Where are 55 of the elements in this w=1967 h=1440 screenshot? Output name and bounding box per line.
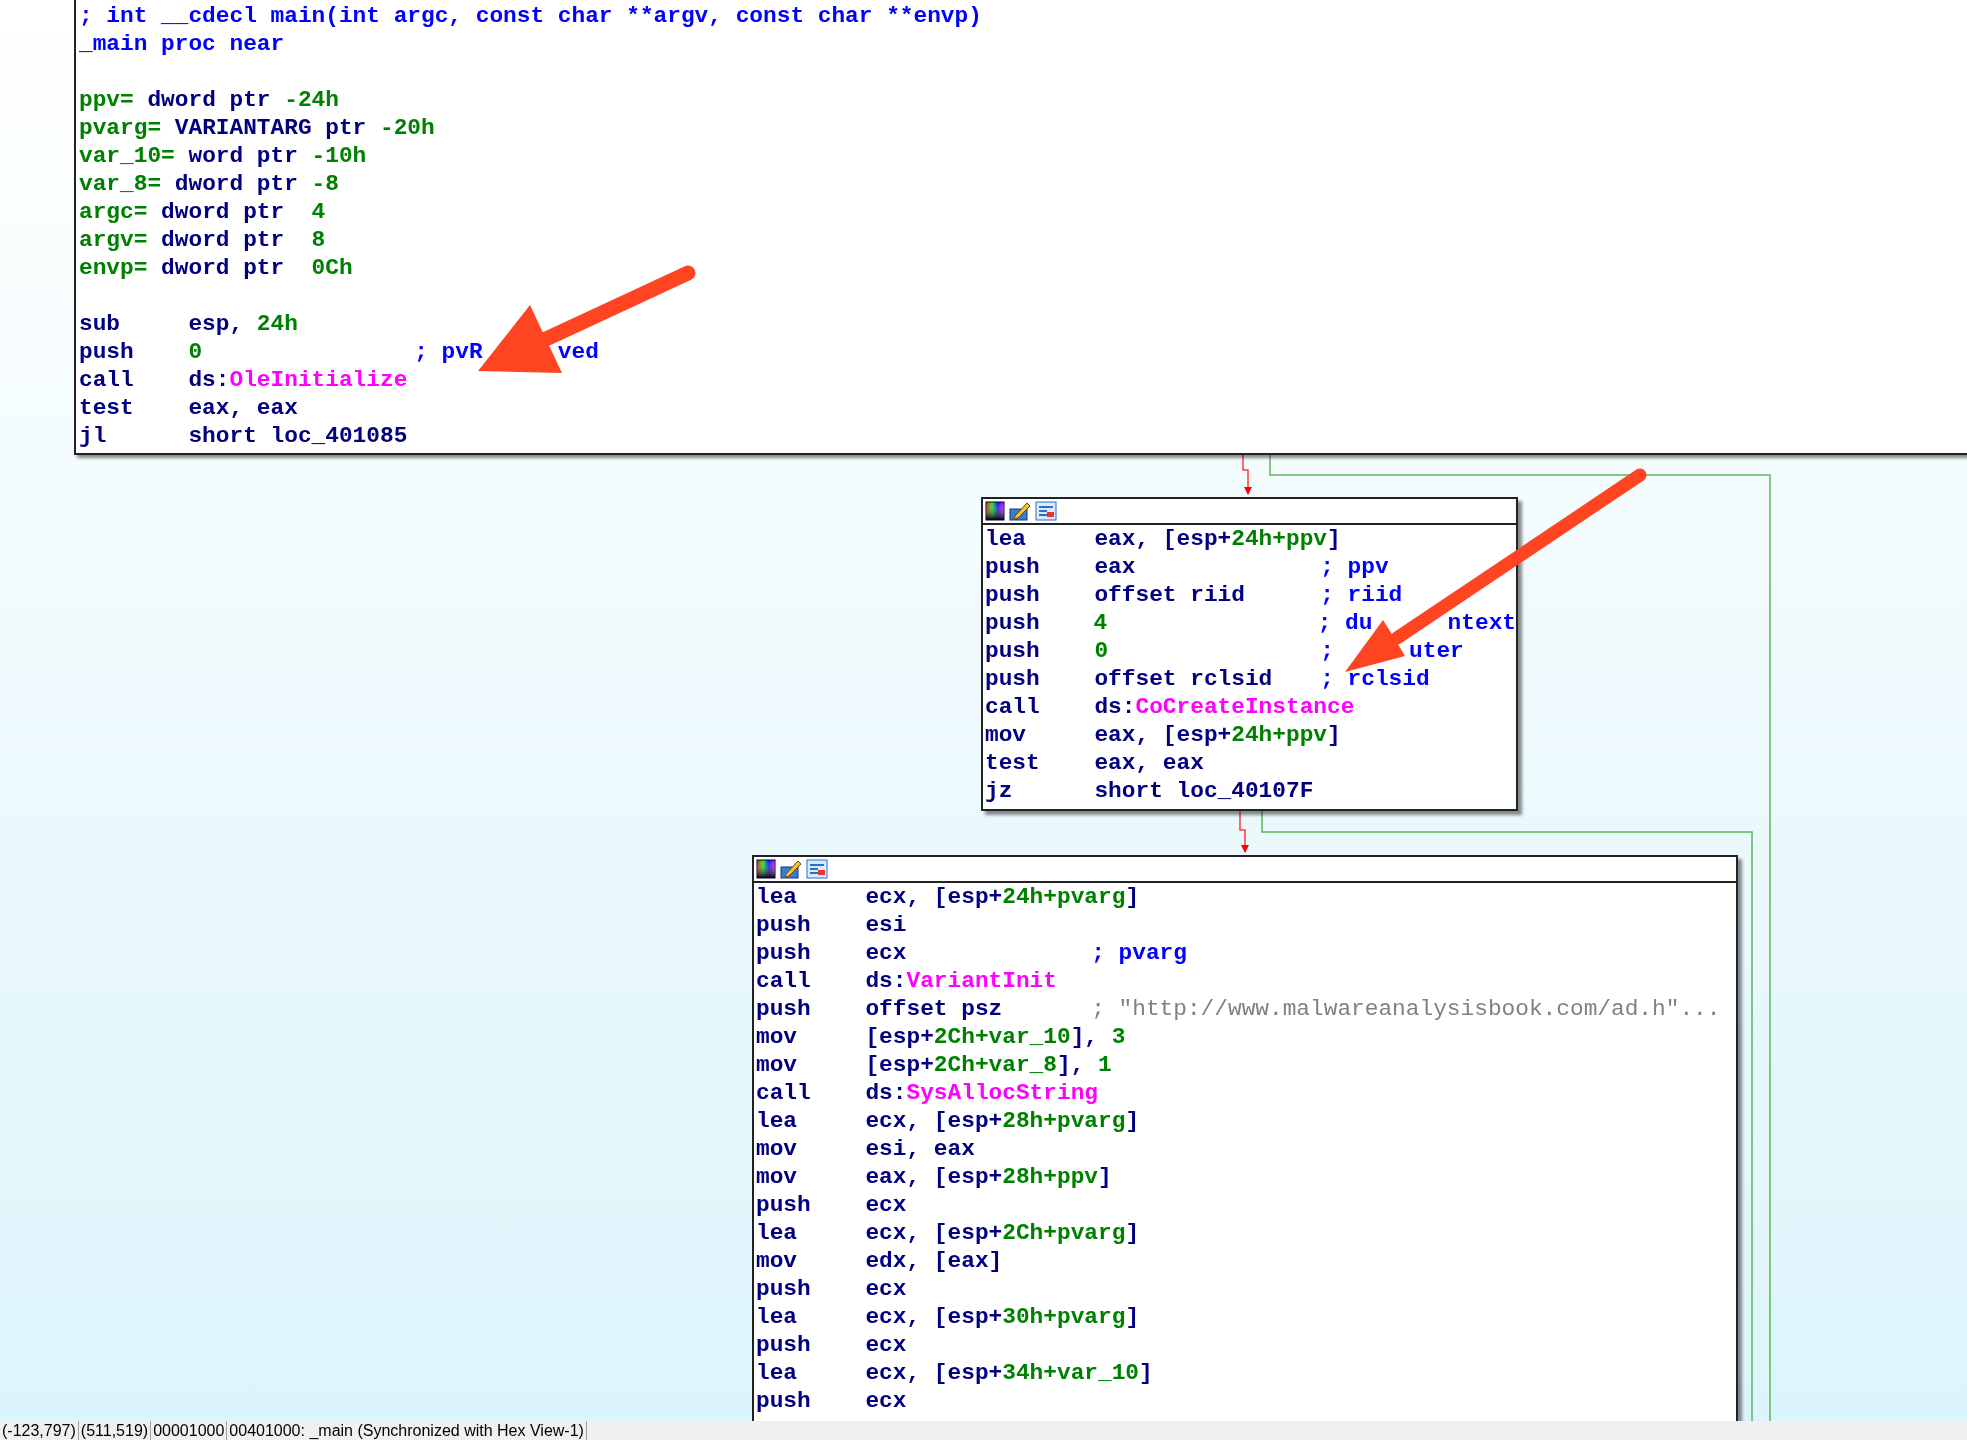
code-line: call ds:OleInitialize [79,366,409,394]
code-line: push 0 ; uter [985,637,1465,665]
code-line: lea ecx, [esp+2Ch+pvarg] [756,1219,1141,1247]
code-line: lea ecx, [esp+30h+pvarg] [756,1303,1141,1331]
code-line: argv= dword ptr 8 [79,226,327,254]
status-field: (-123,797) [0,1421,79,1440]
graph-view-icon[interactable] [1035,501,1057,521]
code-line: call ds:CoCreateInstance [985,693,1356,721]
code-line: push 4 ; du ntext [985,609,1516,637]
code-line: test eax, eax [985,749,1205,777]
code-line: lea eax, [esp+24h+ppv] [985,525,1342,553]
code-line: lea ecx, [esp+28h+pvarg] [756,1107,1141,1135]
code-line: jz short loc_40107F [985,777,1315,805]
code-line: mov edx, [eax] [756,1247,1004,1275]
code-line: push ecx [756,1275,908,1303]
code-line: push ecx [756,1387,908,1415]
code-line: mov esi, eax [756,1135,976,1163]
code-line: mov eax, [esp+28h+ppv] [756,1163,1113,1191]
color-palette-icon[interactable] [985,501,1005,521]
code-line: sub esp, 24h [79,310,299,338]
code-line: var_8= dword ptr -8 [79,170,340,198]
code-line: var_10= word ptr -10h [79,142,368,170]
code-line: push ecx ; pvarg [756,939,1188,967]
pencil-icon[interactable] [780,859,802,879]
code-line: ppv= dword ptr -24h [79,86,340,114]
code-line: push esi [756,911,908,939]
code-line: push offset riid ; riid [985,581,1404,609]
status-field: (511,519) [78,1421,152,1440]
graph-edge [1239,810,1249,853]
code-line: lea ecx, [esp+34h+var_10] [756,1359,1154,1387]
code-line: push ecx [756,1191,908,1219]
code-line: push ecx [756,1331,908,1359]
code-line: envp= dword ptr 0Ch [79,254,354,282]
code-line: argc= dword ptr 4 [79,198,327,226]
pencil-icon[interactable] [1009,501,1031,521]
color-palette-icon[interactable] [756,859,776,879]
code-line: _main proc near [79,30,286,58]
code-line: jl short loc_401085 [79,422,409,450]
code-line: push offset rclsid ; rclsid [985,665,1431,693]
status-field: 00401000: _main (Synchronized with Hex View-1) [227,1421,587,1440]
code-line: push 0 ; pvR ved [79,338,600,366]
code-line: mov [esp+2Ch+var_8], 1 [756,1051,1113,1079]
code-line: call ds:VariantInit [756,967,1058,995]
graph-view-icon[interactable] [806,859,828,879]
code-line: push eax ; ppv [985,553,1390,581]
code-line: call ds:SysAllocString [756,1079,1099,1107]
graph-edge [1242,454,1252,495]
code-line: test eax, eax [79,394,299,422]
code-line: mov [esp+2Ch+var_10], 3 [756,1023,1127,1051]
code-line: push offset psz ; "http://www.malwareanalysisbook.com/ad.h"... [756,995,1722,1023]
code-line: mov eax, [esp+24h+ppv] [985,721,1342,749]
code-line: lea ecx, [esp+24h+pvarg] [756,883,1141,911]
code-line: pvarg= VARIANTARG ptr -20h [79,114,436,142]
status-field: 00001000 [151,1421,228,1440]
code-line: ; int __cdecl main(int argc, const char **argv, const char **envp) [79,2,983,30]
